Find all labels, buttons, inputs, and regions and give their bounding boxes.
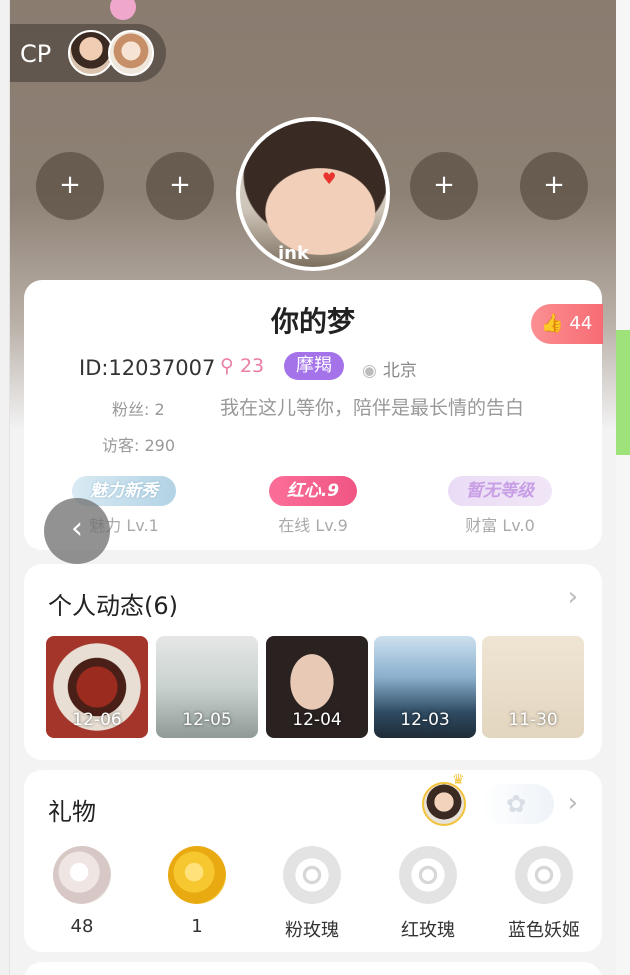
gift-count: 48 <box>70 916 94 937</box>
gift-preview: ✿ <box>482 784 554 824</box>
gift-item[interactable]: 红玫瑰 <box>370 846 486 942</box>
moment-thumbnail[interactable]: 12-03 <box>374 636 476 738</box>
add-seat-button-3[interactable]: + <box>410 152 478 220</box>
bio: 我在这儿等你，陪伴是最长情的告白 <box>220 397 525 419</box>
gifts-title: 礼物 <box>48 798 96 826</box>
zodiac-badge: 摩羯 <box>284 352 344 380</box>
gift-name: 蓝色妖姬 <box>508 920 580 941</box>
wealth-level-label: 财富 Lv.0 <box>465 516 535 535</box>
charm-count: 23 <box>239 355 265 377</box>
chevron-right-icon[interactable]: › <box>568 788 578 818</box>
add-seat-button-2[interactable]: + <box>146 152 214 220</box>
background-green-tab <box>616 330 630 455</box>
pink-rose-icon <box>283 846 341 904</box>
location-pin-icon: ◉ <box>362 361 377 381</box>
user-id: ID:12037007 <box>79 356 216 380</box>
add-seat-button-1[interactable]: + <box>36 152 104 220</box>
visitor-count[interactable]: 访客: 290 <box>102 432 175 456</box>
gift-item[interactable]: 粉玫瑰 <box>254 846 370 942</box>
profile-panel: CP + + + + ♥ ink 👍 44 你的梦 ID:12037007 ⚲ 2… <box>10 0 616 975</box>
chevron-right-icon[interactable]: › <box>568 582 578 612</box>
main-avatar[interactable]: ♥ ink <box>236 117 390 271</box>
moment-thumbnail[interactable]: 12-05 <box>156 636 258 738</box>
blue-rose-icon <box>515 846 573 904</box>
location-text: 北京 <box>382 361 417 381</box>
gift-item[interactable]: 蓝色妖姬 <box>486 846 602 942</box>
add-seat-button-4[interactable]: + <box>520 152 588 220</box>
white-rose-icon <box>53 846 111 904</box>
rose-icon: ✿ <box>506 790 527 818</box>
background-app-left-edge <box>0 0 10 975</box>
cp-avatar-2[interactable] <box>108 30 154 76</box>
red-rose-icon <box>399 846 457 904</box>
gift-count: 1 <box>191 916 203 937</box>
gifts-card[interactable]: 礼物 ♛ ✿ › 48 1 粉玫瑰 红玫瑰 蓝色妖姬 <box>24 770 602 952</box>
fans-count[interactable]: 粉丝: 2 <box>112 396 165 420</box>
back-button[interactable]: ‹ <box>44 498 110 564</box>
moment-date: 12-05 <box>182 710 232 730</box>
wealth-level[interactable]: 暂无等级 财富 Lv.0 <box>420 476 580 536</box>
location: ◉ 北京 <box>362 356 417 381</box>
avatar-caption: ink <box>278 243 309 264</box>
online-level-badge: 红心.9 <box>268 476 358 506</box>
next-section-card <box>24 962 602 975</box>
yellow-rose-icon <box>168 846 226 904</box>
moments-title: 个人动态(6) <box>48 592 178 620</box>
cp-pill[interactable]: CP <box>10 24 166 82</box>
chevron-left-icon: ‹ <box>71 511 83 546</box>
moments-card[interactable]: 个人动态(6) › 12-06 12-05 12-04 12-03 11-30 <box>24 564 602 760</box>
search-heart-icon: ⚲ <box>220 355 240 377</box>
moment-date: 11-30 <box>508 710 558 730</box>
moment-date: 12-06 <box>72 710 122 730</box>
moment-thumbnail[interactable]: 12-06 <box>46 636 148 738</box>
gift-name: 粉玫瑰 <box>285 920 339 941</box>
moment-date: 12-04 <box>292 710 342 730</box>
decoration <box>110 0 136 20</box>
online-level-label: 在线 Lv.9 <box>278 516 348 535</box>
online-level[interactable]: 红心.9 在线 Lv.9 <box>233 476 393 536</box>
profile-card: 👍 44 你的梦 ID:12037007 ⚲ 23 摩羯 ◉ 北京 粉丝: 2 我在… <box>24 280 603 550</box>
heart-icon: ♥ <box>322 169 337 188</box>
moment-thumbnail[interactable]: 11-30 <box>482 636 584 738</box>
gift-item[interactable]: 1 <box>139 846 255 937</box>
charm-value: ⚲ 23 <box>220 355 264 377</box>
moment-date: 12-03 <box>400 710 450 730</box>
background-app-right-edge <box>616 0 630 975</box>
crown-icon: ♛ <box>452 772 465 788</box>
wealth-level-badge: 暂无等级 <box>448 476 552 506</box>
cp-label: CP <box>20 40 52 68</box>
top-gifter-avatar[interactable] <box>422 782 466 826</box>
gift-name: 红玫瑰 <box>401 920 455 941</box>
gift-item[interactable]: 48 <box>24 846 140 937</box>
moment-thumbnail[interactable]: 12-04 <box>266 636 368 738</box>
nickname: 你的梦 <box>270 305 355 338</box>
